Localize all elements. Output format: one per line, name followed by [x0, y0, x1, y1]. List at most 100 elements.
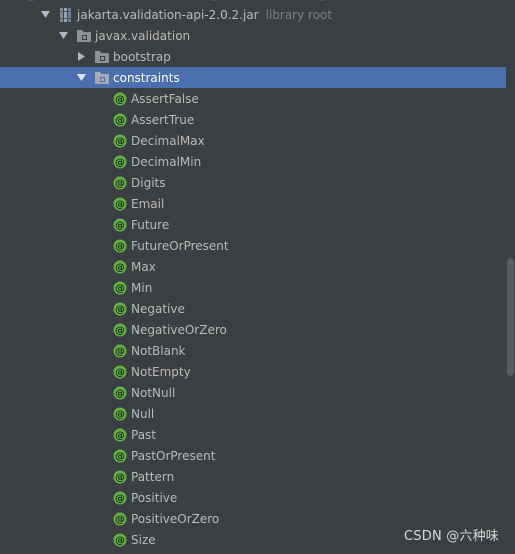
annotation-label: AssertFalse	[131, 91, 199, 106]
annotation-icon: @	[112, 91, 128, 107]
svg-text:@: @	[115, 325, 125, 336]
package-folder-icon	[76, 28, 92, 44]
subpackage-label: constraints	[113, 70, 180, 85]
annotation-item[interactable]: @ NotEmpty	[0, 361, 506, 382]
annotation-icon: @	[112, 112, 128, 128]
annotation-label: Email	[131, 196, 165, 211]
annotation-label: PositiveOrZero	[131, 511, 220, 526]
annotation-item[interactable]: @ Null	[0, 403, 506, 424]
annotation-item[interactable]: @ DecimalMin	[0, 151, 506, 172]
jar-library-icon	[58, 7, 74, 23]
annotation-icon: @	[112, 196, 128, 212]
annotation-icon: @	[112, 406, 128, 422]
annotation-icon: @	[112, 217, 128, 233]
annotation-item[interactable]: @ NegativeOrZero	[0, 319, 506, 340]
annotation-icon: @	[112, 532, 128, 548]
tree-node-bootstrap[interactable]: bootstrap	[0, 46, 506, 67]
annotation-item[interactable]: @ FutureOrPresent	[0, 235, 506, 256]
svg-text:@: @	[115, 472, 125, 483]
annotation-item[interactable]: @ DecimalMax	[0, 130, 506, 151]
svg-text:@: @	[115, 262, 125, 273]
annotation-label: Size	[131, 532, 156, 547]
expanded-arrow-icon[interactable]	[58, 31, 68, 41]
expanded-arrow-icon[interactable]	[40, 10, 50, 20]
tree-node-constraints[interactable]: constraints	[0, 67, 506, 88]
annotation-label: NotNull	[131, 385, 176, 400]
annotation-icon: @	[112, 448, 128, 464]
subpackage-label: bootstrap	[113, 49, 171, 64]
package-label: javax.validation	[95, 28, 191, 43]
project-tree: — — — jakarta.validation-api-2.0.2.jar l…	[0, 0, 506, 554]
svg-text:@: @	[115, 136, 125, 147]
svg-text:@: @	[115, 451, 125, 462]
annotation-item[interactable]: @ Digits	[0, 172, 506, 193]
annotation-label: PastOrPresent	[131, 448, 216, 463]
annotation-item[interactable]: @ NotNull	[0, 382, 506, 403]
watermark: CSDN @六种味	[404, 529, 499, 544]
annotation-label: DecimalMax	[131, 133, 205, 148]
annotation-label: NegativeOrZero	[131, 322, 227, 337]
library-root-hint: library root	[265, 7, 333, 22]
annotation-label: DecimalMin	[131, 154, 202, 169]
annotation-label: Positive	[131, 490, 178, 505]
annotation-item[interactable]: @ NotBlank	[0, 340, 506, 361]
annotation-label: Past	[131, 427, 157, 442]
annotation-item[interactable]: @ Negative	[0, 298, 506, 319]
package-folder-icon	[94, 49, 110, 65]
annotation-item[interactable]: @ Past	[0, 424, 506, 445]
svg-text:@: @	[115, 178, 125, 189]
annotation-item[interactable]: @ AssertTrue	[0, 109, 506, 130]
annotation-icon: @	[112, 301, 128, 317]
annotation-item[interactable]: @ Min	[0, 277, 506, 298]
svg-text:@: @	[115, 367, 125, 378]
annotation-icon: @	[112, 385, 128, 401]
collapsed-arrow-icon[interactable]	[76, 52, 86, 62]
annotation-icon: @	[112, 364, 128, 380]
scrollbar-thumb[interactable]	[507, 258, 514, 376]
annotation-item[interactable]: @ Pattern	[0, 466, 506, 487]
annotation-item[interactable]: @ Future	[0, 214, 506, 235]
svg-text:@: @	[115, 220, 125, 231]
svg-text:@: @	[115, 388, 125, 399]
svg-text:@: @	[115, 115, 125, 126]
annotation-icon: @	[112, 511, 128, 527]
annotation-item[interactable]: @ Positive	[0, 487, 506, 508]
annotation-label: Max	[131, 259, 156, 274]
annotation-label: Negative	[131, 301, 185, 316]
annotation-icon: @	[112, 469, 128, 485]
annotation-label: NotEmpty	[131, 364, 191, 379]
annotation-icon: @	[112, 259, 128, 275]
annotation-icon: @	[112, 238, 128, 254]
svg-text:@: @	[115, 493, 125, 504]
annotation-label: Min	[131, 280, 153, 295]
annotation-icon: @	[112, 322, 128, 338]
annotation-label: Future	[131, 217, 170, 232]
annotation-icon: @	[112, 154, 128, 170]
root-label: jakarta.validation-api-2.0.2.jar	[77, 7, 259, 22]
annotation-label: FutureOrPresent	[131, 238, 229, 253]
tree-node-javax-validation[interactable]: javax.validation	[0, 25, 506, 46]
annotation-label: AssertTrue	[131, 112, 195, 127]
svg-text:@: @	[115, 241, 125, 252]
svg-text:@: @	[115, 304, 125, 315]
annotation-item[interactable]: @ Max	[0, 256, 506, 277]
package-folder-icon	[94, 70, 110, 86]
annotation-label: Null	[131, 406, 155, 421]
svg-text:@: @	[115, 514, 125, 525]
tree-node-root[interactable]: jakarta.validation-api-2.0.2.jar library…	[0, 4, 506, 25]
annotation-label: NotBlank	[131, 343, 186, 358]
annotation-icon: @	[112, 343, 128, 359]
svg-text:@: @	[115, 283, 125, 294]
svg-text:@: @	[115, 430, 125, 441]
annotation-item[interactable]: @ PastOrPresent	[0, 445, 506, 466]
annotation-label: Digits	[131, 175, 166, 190]
annotation-icon: @	[112, 490, 128, 506]
annotation-icon: @	[112, 175, 128, 191]
annotation-item[interactable]: @ Email	[0, 193, 506, 214]
vertical-scrollbar[interactable]	[506, 0, 515, 554]
svg-text:@: @	[115, 199, 125, 210]
annotation-item[interactable]: @ AssertFalse	[0, 88, 506, 109]
svg-text:@: @	[115, 94, 125, 105]
expanded-arrow-icon[interactable]	[76, 73, 86, 83]
svg-text:@: @	[115, 346, 125, 357]
